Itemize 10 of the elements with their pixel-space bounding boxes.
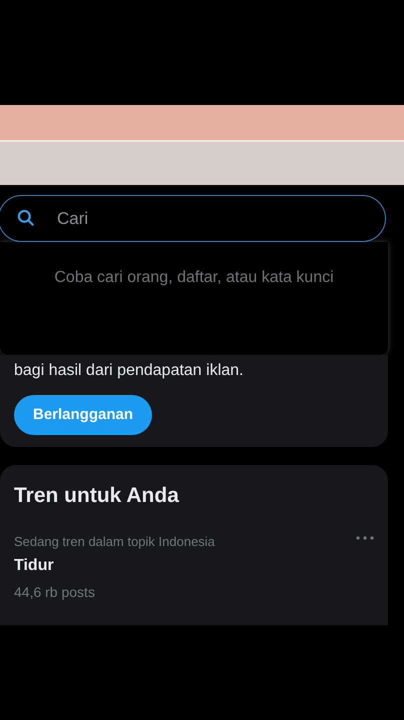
more-icon[interactable]: [356, 536, 374, 540]
subscribe-button[interactable]: Berlangganan: [14, 395, 152, 435]
trend-context: Sedang tren dalam topik Indonesia: [14, 532, 215, 551]
trend-count: 44,6 rb posts: [14, 583, 95, 602]
trend-topic: Tidur: [14, 556, 54, 576]
search-hint: Coba cari orang, daftar, atau kata kunci: [54, 268, 334, 288]
search-field[interactable]: Cari: [0, 195, 386, 242]
premium-text: bagi hasil dari pendapatan iklan.: [14, 361, 244, 381]
trends-title: Tren untuk Anda: [14, 483, 179, 509]
search-icon: [16, 208, 36, 228]
